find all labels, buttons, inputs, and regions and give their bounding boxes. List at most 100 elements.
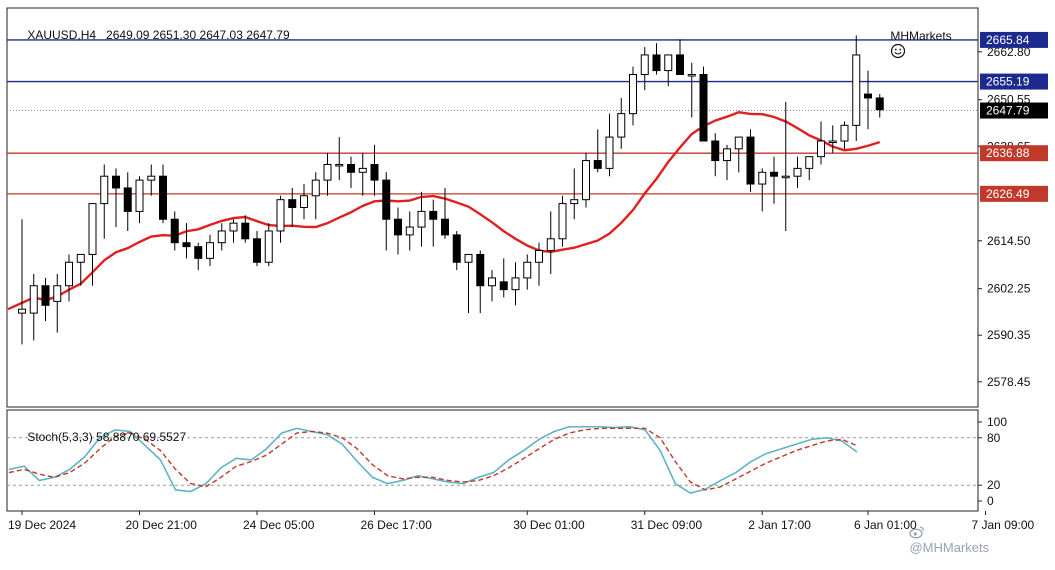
candle-body-up: [828, 140, 837, 143]
candle-body-up: [88, 203, 97, 255]
candle-body-down: [676, 54, 684, 75]
time-tick-label: 31 Dec 09:00: [631, 518, 703, 532]
candle-body-down: [347, 163, 355, 173]
current-price-tag-label: 2647.79: [986, 104, 1030, 118]
time-tick-label: 20 Dec 21:00: [126, 518, 198, 532]
candle-body-down: [593, 160, 602, 169]
candle-body-up: [723, 148, 731, 162]
candle-body-up: [147, 175, 156, 181]
candle-body-up: [29, 285, 38, 314]
ohlc-close: 2647.79: [246, 28, 290, 42]
candle-body-down: [370, 163, 379, 181]
candle-body-up: [805, 156, 814, 169]
candle-body-up: [65, 261, 73, 287]
candle-body-up: [18, 308, 26, 314]
symbol-name: XAUUSD,H4: [27, 28, 97, 42]
candle-body-down: [112, 175, 120, 189]
stoch-title: Stoch(5,3,3) 58.8870 69.5527: [27, 430, 187, 444]
candle-body-up: [300, 195, 308, 209]
candle-body-up: [511, 277, 520, 291]
support-line-2-tag-label: 2626.49: [986, 187, 1030, 201]
candle-body-up: [781, 175, 790, 179]
candle-body-up: [570, 199, 579, 205]
candle-body-down: [476, 253, 485, 287]
candle-body-up: [535, 250, 543, 263]
candle-body-down: [711, 140, 720, 162]
candle-body-down: [652, 54, 661, 72]
candle-body-up: [758, 171, 767, 185]
candle-body-up: [546, 238, 555, 252]
candle-body-up: [629, 74, 637, 115]
price-tick-label: 2590.35: [987, 328, 1031, 342]
candle-body-up: [640, 54, 649, 75]
candle-body-up: [687, 74, 696, 77]
chart-root: 2662.802650.552638.652614.502602.252590.…: [0, 0, 1055, 555]
candle-body-up: [605, 136, 614, 169]
candle-body-down: [875, 97, 884, 111]
resistance-line-2-tag-label: 2655.19: [986, 75, 1030, 89]
stoch-tick-label: 100: [987, 415, 1007, 429]
candle: [582, 152, 590, 208]
candle-body-up: [582, 160, 590, 201]
candle-body-up: [76, 253, 85, 263]
candle-body-down: [253, 238, 261, 263]
time-tick-label: 24 Dec 05:00: [243, 518, 315, 532]
time-tick-label: 19 Dec 2024: [8, 518, 76, 532]
time-tick-label: 26 Dec 17:00: [361, 518, 433, 532]
candle-body-down: [194, 246, 203, 259]
stoch-tick-label: 20: [987, 478, 1001, 492]
candle-body-up: [734, 136, 743, 150]
candle-body-up: [617, 113, 626, 138]
ohlc-open: 2649.09: [106, 28, 150, 42]
candle-body-up: [852, 54, 861, 126]
candle-body-down: [864, 93, 872, 99]
candle-body-up: [464, 253, 473, 263]
support-line-1-tag-label: 2636.88: [986, 146, 1030, 160]
candle-body-down: [41, 285, 50, 306]
candle-body-up: [53, 285, 62, 302]
price-tick-label: 2578.45: [987, 375, 1031, 389]
candle-body-up: [793, 167, 802, 177]
symbol-header: XAUUSD,H4 2649.09 2651.30 2647.03 2647.7…: [14, 14, 290, 56]
ohlc-low: 2647.03: [199, 28, 243, 42]
broker-logo: MHMarkets: [877, 15, 952, 73]
candle-body-up: [840, 124, 849, 142]
candle-body-down: [123, 187, 132, 212]
candle-body-down: [499, 281, 508, 291]
candle-body-up: [488, 277, 496, 287]
candle-body-down: [452, 234, 461, 263]
broker-name: MHMarkets: [890, 29, 952, 43]
time-tick-label: 30 Dec 01:00: [513, 518, 585, 532]
candle-body-down: [241, 222, 250, 240]
candle-body-up: [323, 163, 332, 181]
candle-body-up: [229, 222, 238, 232]
candle: [699, 66, 708, 142]
candle-body-down: [288, 199, 297, 208]
candle-body-down: [699, 74, 708, 142]
time-tick-label: 2 Jan 17:00: [748, 518, 811, 532]
candle: [558, 195, 567, 247]
candle-body-down: [182, 242, 191, 248]
candle-body-up: [206, 242, 214, 259]
candle-body-up: [817, 140, 825, 158]
price-tick-label: 2614.50: [987, 234, 1031, 248]
smiley-face-icon: [891, 43, 906, 59]
candle-body-up: [558, 203, 567, 240]
candle-body-up: [100, 175, 109, 205]
candle-body-up: [217, 230, 226, 244]
candle-body-down: [746, 136, 755, 185]
candle-body-up: [523, 261, 532, 279]
candle-body-down: [170, 218, 179, 244]
candle-body-up: [335, 163, 344, 167]
stoch-header: Stoch(5,3,3) 58.8870 69.5527: [14, 416, 186, 458]
candle-body-up: [405, 226, 414, 236]
candle-body-down: [770, 171, 778, 177]
candle-body-up: [417, 210, 426, 228]
stoch-tick-label: 80: [987, 431, 1001, 445]
candle-body-up: [264, 230, 273, 263]
candle-body-down: [159, 175, 167, 220]
candle-body-up: [311, 179, 320, 197]
candle-body-up: [135, 179, 144, 212]
candle-body-down: [429, 210, 438, 220]
price-tick-label: 2602.25: [987, 282, 1031, 296]
